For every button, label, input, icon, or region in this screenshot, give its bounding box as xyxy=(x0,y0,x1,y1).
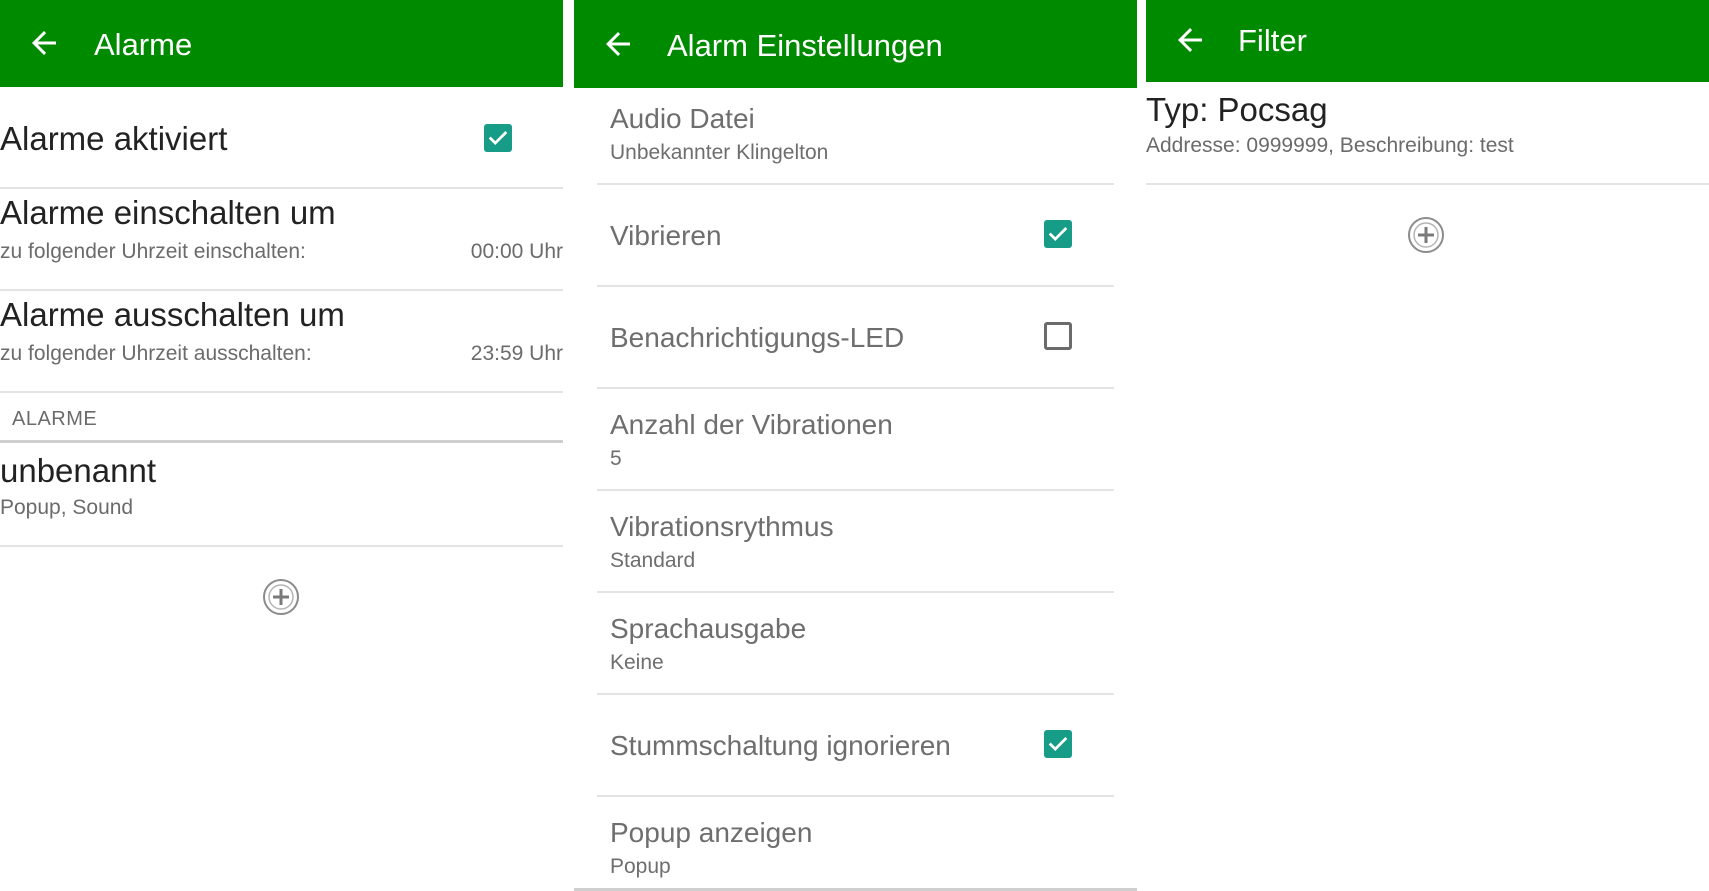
alarm-name: unbenannt xyxy=(0,452,156,489)
add-alarm-icon[interactable] xyxy=(262,578,300,616)
divider xyxy=(0,289,563,291)
divider xyxy=(0,187,563,189)
row-label: Benachrichtigungs-LED xyxy=(610,322,905,353)
divider xyxy=(597,795,1114,797)
row-label: Anzahl der Vibrationen xyxy=(610,409,893,440)
row-sublabel: zu folgender Uhrzeit ausschalten: xyxy=(0,342,312,365)
vibrate-checkbox[interactable] xyxy=(1044,220,1072,248)
row-label: Audio Datei xyxy=(610,103,755,134)
app-bar: Alarm Einstellungen xyxy=(574,0,1137,88)
ignore-mute-checkbox[interactable] xyxy=(1044,730,1072,758)
divider xyxy=(0,545,563,547)
app-bar: Filter xyxy=(1146,0,1709,82)
app-bar: Alarme xyxy=(0,0,563,87)
screen-title: Alarm Einstellungen xyxy=(667,28,943,63)
row-sublabel: Popup xyxy=(610,855,671,878)
divider xyxy=(597,489,1114,491)
screen-title: Filter xyxy=(1238,23,1307,58)
divider xyxy=(0,391,563,393)
row-sublabel: Unbekannter Klingelton xyxy=(610,141,829,164)
back-arrow-icon[interactable] xyxy=(1172,22,1208,58)
row-sublabel: Keine xyxy=(610,651,664,674)
alarm-detail: Popup, Sound xyxy=(0,496,134,519)
divider xyxy=(597,387,1114,389)
filter-type: Typ: Pocsag xyxy=(1146,91,1328,128)
row-label: Alarme ausschalten um xyxy=(0,296,345,333)
alarm-settings-screen: Alarm Einstellungen Audio Datei Unbekann… xyxy=(574,0,1137,891)
section-header: ALARME xyxy=(12,408,98,430)
alarms-screen: Alarme Alarme aktiviert Alarme einschalt… xyxy=(0,0,563,891)
row-sublabel: Standard xyxy=(610,549,696,572)
alarms-enabled-checkbox[interactable] xyxy=(484,124,512,152)
back-arrow-icon[interactable] xyxy=(600,26,636,62)
row-sublabel: zu folgender Uhrzeit einschalten: xyxy=(0,240,306,263)
divider xyxy=(1146,183,1709,185)
divider xyxy=(597,693,1114,695)
divider xyxy=(597,285,1114,287)
notification-led-checkbox[interactable] xyxy=(1044,322,1072,350)
row-sublabel: 5 xyxy=(610,447,622,470)
row-label: Stummschaltung ignorieren xyxy=(610,730,951,761)
row-label: Vibrationsrythmus xyxy=(610,511,834,542)
divider xyxy=(597,183,1114,185)
checkmark-icon xyxy=(1048,737,1068,751)
row-label: Alarme einschalten um xyxy=(0,194,336,231)
row-label: Sprachausgabe xyxy=(610,613,807,644)
back-arrow-icon[interactable] xyxy=(26,25,62,61)
section-divider xyxy=(0,440,563,443)
screen-title: Alarme xyxy=(94,27,193,62)
on-time-value: 00:00 Uhr xyxy=(470,240,563,263)
row-label: Alarme aktiviert xyxy=(0,120,228,157)
checkmark-icon xyxy=(488,131,508,145)
checkmark-icon xyxy=(1048,227,1068,241)
divider xyxy=(597,591,1114,593)
filter-detail: Addresse: 0999999, Beschreibung: test xyxy=(1146,134,1514,157)
off-time-value: 23:59 Uhr xyxy=(470,342,563,365)
add-filter-icon[interactable] xyxy=(1407,216,1445,254)
filter-screen: Filter Typ: Pocsag Addresse: 0999999, Be… xyxy=(1146,0,1709,891)
row-label: Vibrieren xyxy=(610,220,722,251)
row-label: Popup anzeigen xyxy=(610,817,813,848)
